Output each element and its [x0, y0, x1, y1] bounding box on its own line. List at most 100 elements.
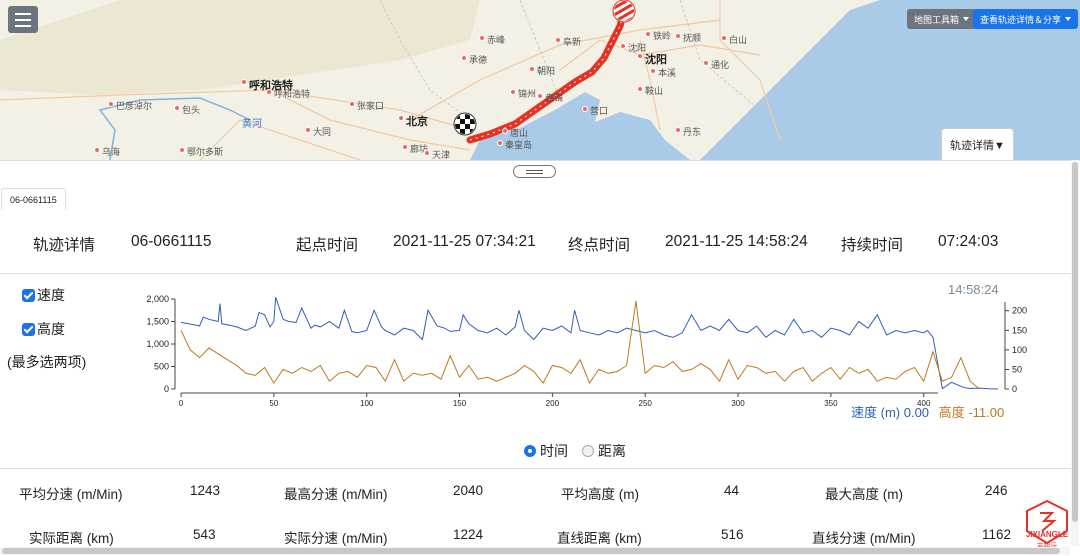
x-tick-label: 350	[824, 399, 838, 408]
stat-label: 实际分速 (m/Min)	[284, 531, 388, 546]
map-label: 阜新	[563, 37, 582, 47]
stat-value: 1243	[190, 483, 221, 498]
start-time: 2021-11-25 07:34:21	[393, 233, 536, 250]
track-share-button[interactable]: 查看轨迹详情＆分享	[973, 9, 1079, 29]
end-time: 2021-11-25 14:58:24	[665, 233, 808, 250]
city-dot	[461, 55, 467, 61]
city-dot	[675, 127, 681, 133]
radio-distance[interactable]	[582, 445, 594, 457]
city-dot	[497, 140, 503, 146]
map-label: 铁岭	[653, 31, 672, 41]
map-view[interactable]: 赤峰 阜新 铁岭 沈阳 沈阳 抚顺 本溪 白山 通化 朝阳 锦州 盘锦 鞍山 营口 丹东 呼和浩特 呼和浩特 巴彦…	[0, 0, 1080, 160]
map-label: 丹东	[683, 127, 702, 137]
x-tick-label: 100	[360, 399, 374, 408]
city-dot	[179, 147, 185, 153]
mountain-shade	[0, 0, 480, 95]
city-dot	[479, 35, 485, 41]
map-label: 包头	[182, 105, 201, 115]
map-label: 抚顺	[683, 33, 702, 43]
stats-row-1: 平均分速 (m/Min) 1243 最高分速 (m/Min) 2040 平均高度…	[0, 483, 1080, 513]
x-tick-label: 200	[546, 399, 560, 408]
map-label: 秦皇岛	[505, 140, 533, 150]
drag-handle[interactable]	[513, 165, 556, 178]
stat-label: 最高分速 (m/Min)	[284, 487, 388, 502]
map-label: 天津	[432, 150, 451, 160]
radio-time-label: 时间	[540, 443, 568, 459]
y-right-tick-label: 100	[1012, 345, 1027, 355]
city-dot	[637, 86, 643, 92]
end-time-label: 终点时间	[568, 237, 631, 254]
legend-speed: 速度 (m) 0.00	[851, 405, 930, 420]
radio-distance-label: 距离	[598, 443, 626, 459]
y-left-tick-label: 0	[164, 384, 169, 394]
horizontal-scrollbar[interactable]	[0, 547, 1070, 555]
city-dot	[645, 31, 651, 37]
track-detail-label: 轨迹详情	[33, 237, 96, 254]
y-right-tick-label: 150	[1012, 325, 1027, 335]
map-label: 沈阳	[645, 54, 667, 66]
y-right-tick-label: 200	[1012, 306, 1027, 316]
x-tick-label: 50	[269, 399, 278, 408]
x-tick-label: 300	[731, 399, 745, 408]
tab-track[interactable]: 06-0661115	[1, 188, 66, 210]
stat-value: 2040	[453, 483, 484, 498]
stat-label: 平均分速 (m/Min)	[19, 487, 123, 502]
y-left-tick-label: 500	[154, 362, 169, 372]
series-line-speed	[180, 297, 999, 390]
y-right-tick-label: 50	[1012, 364, 1022, 374]
caret-down-icon	[1065, 17, 1072, 21]
hamburger-icon	[15, 12, 31, 15]
map-tools-button[interactable]: 地图工具箱	[907, 9, 977, 29]
duration-label: 持续时间	[841, 237, 904, 254]
city-dot	[703, 60, 709, 66]
stat-value: 1162	[982, 527, 1012, 542]
map-label: 鄂尔多斯	[187, 147, 224, 157]
city-dot	[582, 106, 588, 112]
y-left-tick-label: 1,500	[146, 317, 169, 327]
city-dot	[402, 144, 408, 150]
stat-label: 直线分速 (m/Min)	[812, 531, 916, 546]
map-label: 赤峰	[487, 35, 506, 45]
start-time-label: 起点时间	[296, 237, 359, 254]
city-dot	[637, 53, 643, 59]
city-dot	[510, 89, 516, 95]
city-dot	[349, 101, 355, 107]
map-label: 鞍山	[645, 86, 664, 96]
track-detail-toggle[interactable]: 轨迹详情▼	[941, 128, 1014, 160]
city-dot	[502, 128, 508, 134]
map-label: 呼和浩特	[274, 89, 311, 99]
vertical-scrollbar[interactable]	[1071, 160, 1079, 546]
striped-flag-icon[interactable]	[609, 0, 640, 27]
stat-value: 543	[193, 527, 216, 542]
stat-label: 直线距离 (km)	[557, 531, 642, 546]
logo-text: JIXIANGLE	[1026, 530, 1069, 539]
stat-value: 44	[724, 483, 740, 498]
x-tick-label: 150	[453, 399, 467, 408]
map-label: 盘锦	[545, 93, 564, 103]
series-line-height	[180, 300, 980, 390]
map-label: 乌海	[102, 147, 121, 157]
stat-label: 平均高度 (m)	[561, 487, 639, 502]
city-dot	[241, 79, 247, 85]
y-right-tick-label: 0	[1012, 384, 1017, 394]
cursor-time: 14:58:24	[948, 282, 999, 297]
city-dot	[555, 37, 561, 43]
city-dot	[650, 68, 656, 74]
map-label: 承德	[469, 55, 488, 65]
city-dot	[398, 115, 404, 121]
map-label: 锦州	[518, 89, 537, 99]
map-label: 大同	[313, 127, 332, 137]
stat-label: 实际距离 (km)	[29, 531, 114, 546]
map-label: 北京	[406, 116, 428, 128]
city-dot	[108, 101, 114, 107]
menu-button[interactable]	[8, 6, 38, 33]
divider	[0, 273, 1072, 274]
radio-time[interactable]	[524, 445, 536, 457]
y-left-tick-label: 2,000	[146, 294, 169, 304]
y-left-tick-label: 1,000	[146, 339, 169, 349]
checkered-flag-icon[interactable]	[453, 112, 477, 136]
track-id: 06-0661115	[131, 233, 212, 250]
map-label: 朝阳	[537, 66, 556, 76]
city-dot	[721, 35, 727, 41]
city-dot	[266, 89, 272, 95]
